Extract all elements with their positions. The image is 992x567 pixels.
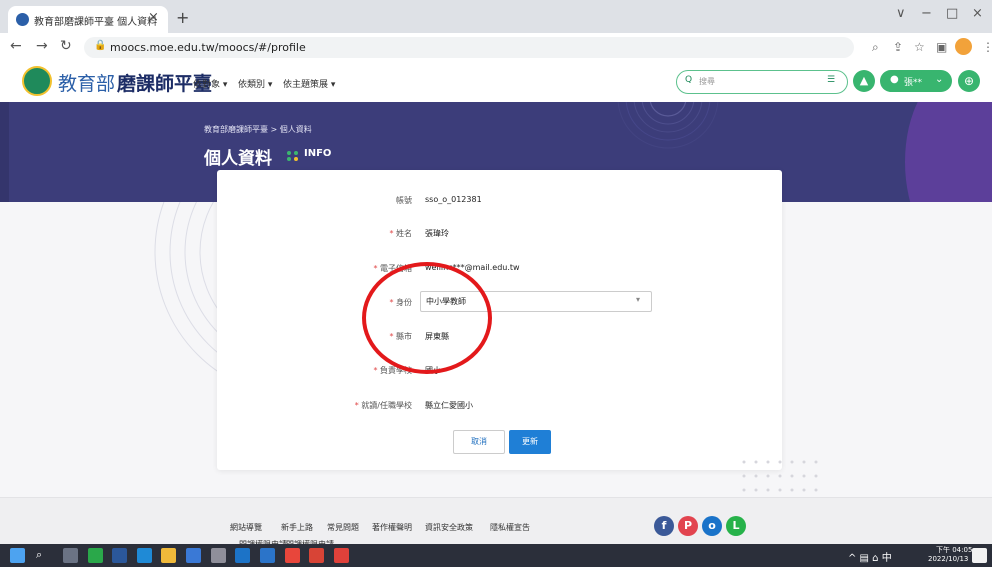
task-view-icon[interactable] xyxy=(63,548,78,563)
chrome-app-icon[interactable] xyxy=(285,548,300,563)
footer-link-privacy[interactable]: 隱私權宣告 xyxy=(490,522,530,533)
maximize-button[interactable]: □ xyxy=(946,6,958,21)
minimize-button[interactable]: − xyxy=(921,6,932,21)
user-name: 張** xyxy=(904,78,923,88)
chrome-app-icon-3[interactable] xyxy=(334,548,349,563)
photos-app-icon[interactable] xyxy=(260,548,275,563)
chevron-down-icon: ⌄ xyxy=(935,74,944,85)
field-label-name: * 姓名 xyxy=(389,229,412,238)
youtube-icon[interactable]: o xyxy=(702,516,722,536)
footer-link-copyright[interactable]: 著作權聲明 xyxy=(372,522,412,533)
tab-close-icon[interactable]: × xyxy=(148,10,159,25)
update-button[interactable]: 更新 xyxy=(509,430,551,454)
chevron-down-icon: ▾ xyxy=(636,295,641,304)
footer-link-sitemap[interactable]: 網站導覽 xyxy=(230,522,262,533)
sidebar-icon[interactable]: ▣ xyxy=(936,40,947,54)
footer-link-getting-started[interactable]: 新手上路 xyxy=(281,522,313,533)
field-value-name: 張瑋玲 xyxy=(425,229,449,238)
address-bar[interactable]: 🔒 moocs.moe.edu.tw/moocs/#/profile xyxy=(84,37,854,58)
notification-bell-icon[interactable]: ▲ xyxy=(853,70,875,92)
system-tray[interactable]: ^ ▤ ⌂ 中 xyxy=(848,549,892,564)
back-arrow-icon[interactable]: ← xyxy=(10,38,22,54)
search-input[interactable]: Q 搜尋 ☰ xyxy=(676,70,848,94)
browser-tab[interactable]: 教育部磨課師平臺 個人資料 × xyxy=(8,6,168,33)
nav-by-category[interactable]: 依類別 ▾ xyxy=(238,77,272,90)
reload-icon[interactable]: ↻ xyxy=(60,38,72,54)
search-icon[interactable]: ⌕ xyxy=(36,548,42,562)
bookmark-star-icon[interactable]: ☆ xyxy=(914,40,925,54)
search-icon: Q xyxy=(685,75,693,85)
field-label-school: * 就讀/任職學校 xyxy=(354,401,412,410)
clock-date[interactable]: 2022/10/13 xyxy=(928,555,968,563)
edge-app-icon[interactable] xyxy=(137,548,152,563)
nav-by-audience[interactable]: 依對象 ▾ xyxy=(193,77,227,90)
file-explorer-icon[interactable] xyxy=(161,548,176,563)
red-annotation-circle xyxy=(362,262,492,374)
footer-link-faq[interactable]: 常見問題 xyxy=(327,522,359,533)
pinterest-icon[interactable]: P xyxy=(678,516,698,536)
cancel-button[interactable]: 取消 xyxy=(453,430,505,454)
breadcrumb[interactable]: 教育部磨課師平臺 > 個人資料 xyxy=(204,124,312,135)
hero-side-strip xyxy=(0,102,9,202)
decorative-dots-icon xyxy=(287,151,298,161)
tab-title: 教育部磨課師平臺 個人資料 xyxy=(34,17,158,28)
site-logo-icon[interactable] xyxy=(22,66,52,96)
app-icon-blue[interactable] xyxy=(186,548,201,563)
site-header: 教育部 磨課師平臺 依對象 ▾ 依類別 ▾ 依主題策展 ▾ Q 搜尋 ☰ ▲ ●… xyxy=(0,62,992,102)
brand-name-prefix[interactable]: 教育部 xyxy=(58,69,115,96)
app-icon-gray[interactable] xyxy=(211,548,226,563)
nav-by-theme[interactable]: 依主題策展 ▾ xyxy=(283,77,335,90)
lock-icon[interactable]: 🔒 xyxy=(94,40,106,51)
language-globe-icon[interactable]: ⊕ xyxy=(958,70,980,92)
ime-indicator[interactable]: 中 xyxy=(882,553,892,564)
tab-search-icon[interactable]: ∨ xyxy=(896,6,906,21)
site-footer: 網站導覽 新手上路 常見問題 著作權聲明 資訊安全政策 隱私權宣告 開課權限申請… xyxy=(0,497,992,549)
search-placeholder: 搜尋 xyxy=(699,77,715,86)
browser-tab-strip: 教育部磨課師平臺 個人資料 × + ∨ − □ × xyxy=(0,0,992,33)
facebook-icon[interactable]: f xyxy=(654,516,674,536)
forward-arrow-icon[interactable]: → xyxy=(36,38,48,54)
line-app-icon[interactable] xyxy=(88,548,103,563)
user-icon: ● xyxy=(890,74,899,85)
field-label-account: 帳號 xyxy=(396,196,412,205)
share-icon[interactable]: ⇪ xyxy=(893,40,903,54)
profile-avatar-icon[interactable] xyxy=(955,38,972,55)
os-taskbar: ⌕ ^ ▤ ⌂ 中 下午 04:05 2022/10/13 xyxy=(0,544,992,567)
word-app-icon[interactable] xyxy=(112,548,127,563)
line-icon[interactable]: L xyxy=(726,516,746,536)
site-favicon-icon xyxy=(16,13,29,26)
user-menu-button[interactable]: ● 張** ⌄ xyxy=(880,70,952,92)
footer-link-security[interactable]: 資訊安全政策 xyxy=(425,522,473,533)
start-button[interactable] xyxy=(10,548,25,563)
close-window-button[interactable]: × xyxy=(972,6,983,21)
field-value-school: 縣立仁愛國小 xyxy=(425,401,473,410)
dot-grid-decoration xyxy=(742,460,818,492)
browser-menu-icon[interactable]: ⋮ xyxy=(982,40,992,54)
page-subtitle: INFO xyxy=(304,148,332,159)
url-text[interactable]: moocs.moe.edu.tw/moocs/#/profile xyxy=(110,41,306,54)
ie-app-icon[interactable] xyxy=(235,548,250,563)
clock-time[interactable]: 下午 04:05 xyxy=(936,545,972,555)
field-value-account: sso_o_012381 xyxy=(425,195,482,204)
chrome-app-icon-2[interactable] xyxy=(309,548,324,563)
page-title: 個人資料 xyxy=(204,149,272,169)
notification-icon[interactable] xyxy=(972,548,987,563)
browser-toolbar: ← → ↻ 🔒 moocs.moe.edu.tw/moocs/#/profile… xyxy=(0,33,992,63)
filter-icon[interactable]: ☰ xyxy=(827,75,835,85)
profile-card: 帳號 sso_o_012381 * 姓名 張瑋玲 * 電子信箱 weilinc*… xyxy=(217,170,782,470)
new-tab-button[interactable]: + xyxy=(176,8,189,27)
zoom-icon[interactable]: ⌕ xyxy=(872,40,879,55)
